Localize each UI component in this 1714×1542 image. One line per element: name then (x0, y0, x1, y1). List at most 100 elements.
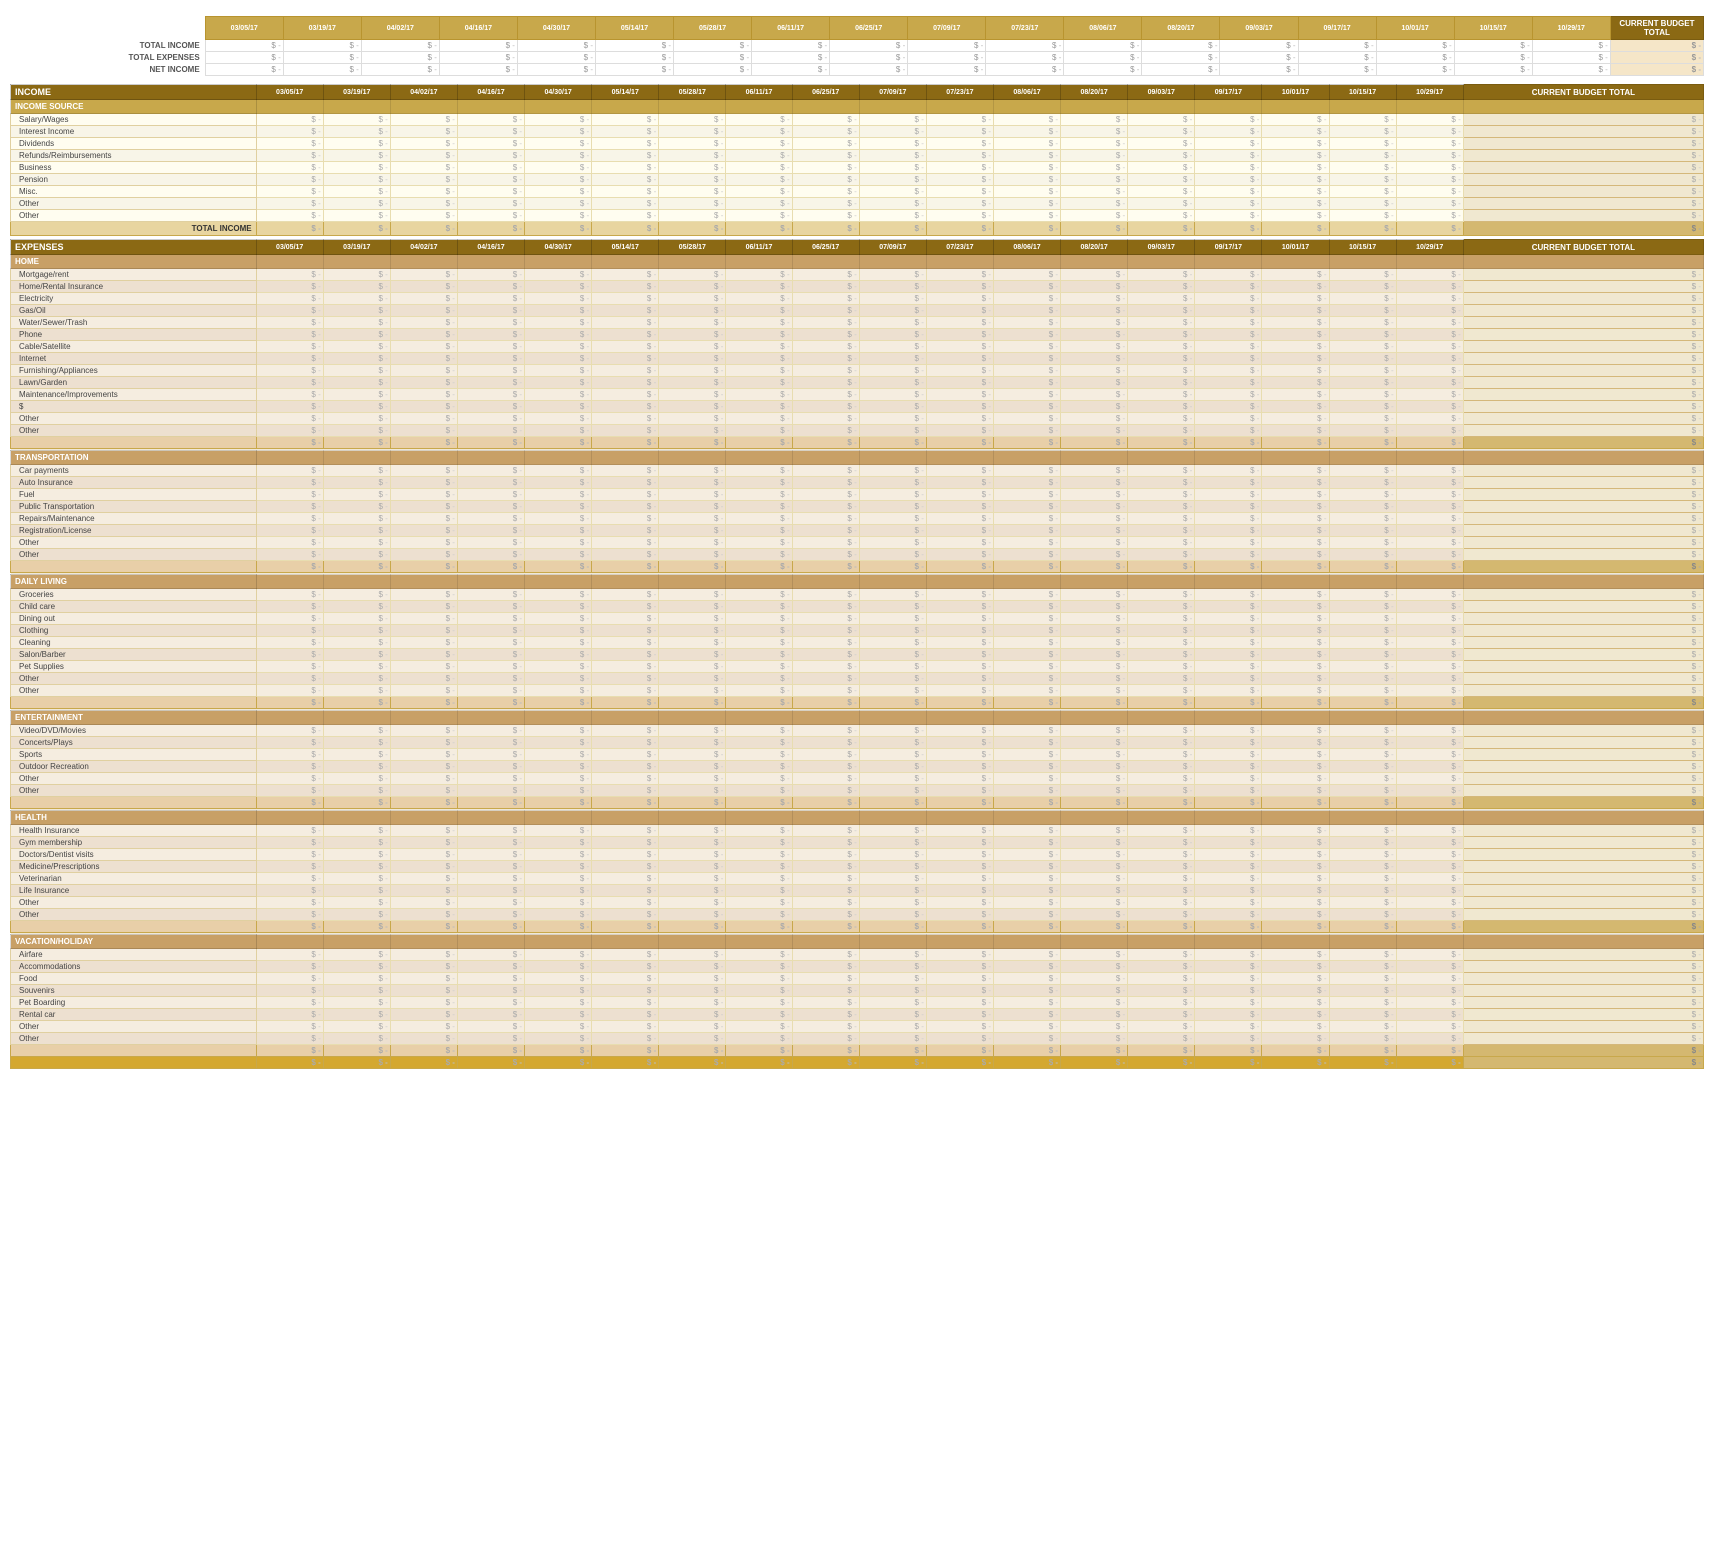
total-value-cell[interactable]: $ - (592, 921, 659, 933)
data-cell[interactable]: $ - (1329, 305, 1396, 317)
data-cell[interactable]: $ - (1195, 973, 1262, 985)
data-cell[interactable]: $ - (592, 365, 659, 377)
total-cell[interactable]: $ - (1463, 329, 1703, 341)
data-cell[interactable]: $ - (323, 637, 390, 649)
data-cell[interactable]: $ - (993, 589, 1060, 601)
data-cell[interactable]: $ - (1396, 329, 1463, 341)
data-cell[interactable]: $ - (592, 293, 659, 305)
data-cell[interactable]: $ - (659, 549, 726, 561)
data-cell[interactable]: $ - (256, 761, 323, 773)
data-cell[interactable]: $ - (1195, 174, 1262, 186)
data-cell[interactable]: $ - (323, 601, 390, 613)
total-value-cell[interactable]: $ - (792, 797, 859, 809)
data-cell[interactable]: $ - (1195, 477, 1262, 489)
data-cell[interactable]: $ - (859, 477, 926, 489)
data-cell[interactable]: $ - (859, 162, 926, 174)
data-cell[interactable]: $ - (993, 138, 1060, 150)
data-cell[interactable]: $ - (859, 625, 926, 637)
data-cell[interactable]: $ - (1396, 673, 1463, 685)
data-cell[interactable]: $ - (592, 162, 659, 174)
data-cell[interactable]: $ - (792, 1021, 859, 1033)
summary-value[interactable]: $ - (830, 52, 908, 64)
data-cell[interactable]: $ - (1061, 401, 1128, 413)
data-cell[interactable]: $ - (256, 849, 323, 861)
data-cell[interactable]: $ - (457, 281, 524, 293)
data-cell[interactable]: $ - (323, 353, 390, 365)
data-cell[interactable]: $ - (1262, 329, 1329, 341)
data-cell[interactable]: $ - (993, 1009, 1060, 1021)
data-cell[interactable]: $ - (1061, 465, 1128, 477)
data-cell[interactable]: $ - (859, 389, 926, 401)
data-cell[interactable]: $ - (256, 961, 323, 973)
data-cell[interactable]: $ - (792, 649, 859, 661)
data-cell[interactable]: $ - (256, 210, 323, 222)
data-cell[interactable]: $ - (323, 725, 390, 737)
data-cell[interactable]: $ - (390, 537, 457, 549)
data-cell[interactable]: $ - (659, 761, 726, 773)
data-cell[interactable]: $ - (256, 477, 323, 489)
data-cell[interactable]: $ - (592, 198, 659, 210)
data-cell[interactable]: $ - (1061, 961, 1128, 973)
data-cell[interactable]: $ - (659, 114, 726, 126)
data-cell[interactable]: $ - (390, 401, 457, 413)
data-cell[interactable]: $ - (390, 613, 457, 625)
total-value-cell[interactable]: $ - (1396, 797, 1463, 809)
summary-value[interactable]: $ - (1220, 52, 1298, 64)
grand-total-cell[interactable]: $ - (1463, 797, 1703, 809)
data-cell[interactable]: $ - (256, 885, 323, 897)
data-cell[interactable]: $ - (1061, 873, 1128, 885)
total-value-cell[interactable]: $ - (592, 222, 659, 236)
data-cell[interactable]: $ - (1128, 413, 1195, 425)
data-cell[interactable]: $ - (525, 725, 592, 737)
data-cell[interactable]: $ - (1396, 685, 1463, 697)
data-cell[interactable]: $ - (726, 477, 792, 489)
data-cell[interactable]: $ - (1061, 973, 1128, 985)
summary-value[interactable]: $ - (986, 52, 1064, 64)
data-cell[interactable]: $ - (1128, 997, 1195, 1009)
total-value-cell[interactable]: $ - (859, 1045, 926, 1057)
data-cell[interactable]: $ - (926, 761, 993, 773)
data-cell[interactable]: $ - (390, 961, 457, 973)
total-value-cell[interactable]: $ - (926, 561, 993, 573)
data-cell[interactable]: $ - (1195, 785, 1262, 797)
total-cell[interactable]: $ - (1463, 513, 1703, 525)
data-cell[interactable]: $ - (1329, 961, 1396, 973)
total-cell[interactable]: $ - (1463, 737, 1703, 749)
data-cell[interactable]: $ - (1195, 186, 1262, 198)
data-cell[interactable]: $ - (993, 174, 1060, 186)
data-cell[interactable]: $ - (525, 150, 592, 162)
data-cell[interactable]: $ - (1195, 649, 1262, 661)
data-cell[interactable]: $ - (457, 909, 524, 921)
data-cell[interactable]: $ - (659, 589, 726, 601)
data-cell[interactable]: $ - (659, 138, 726, 150)
data-cell[interactable]: $ - (659, 785, 726, 797)
data-cell[interactable]: $ - (1061, 489, 1128, 501)
total-value-cell[interactable]: $ - (926, 222, 993, 236)
data-cell[interactable]: $ - (926, 909, 993, 921)
data-cell[interactable]: $ - (926, 293, 993, 305)
summary-value[interactable]: $ - (908, 64, 986, 76)
data-cell[interactable]: $ - (926, 281, 993, 293)
data-cell[interactable]: $ - (859, 961, 926, 973)
data-cell[interactable]: $ - (792, 413, 859, 425)
data-cell[interactable]: $ - (659, 329, 726, 341)
data-cell[interactable]: $ - (726, 649, 792, 661)
data-cell[interactable]: $ - (726, 537, 792, 549)
data-cell[interactable]: $ - (659, 649, 726, 661)
data-cell[interactable]: $ - (926, 589, 993, 601)
data-cell[interactable]: $ - (1061, 549, 1128, 561)
total-cell[interactable]: $ - (1463, 317, 1703, 329)
data-cell[interactable]: $ - (926, 1009, 993, 1021)
total-cell[interactable]: $ - (1463, 549, 1703, 561)
data-cell[interactable]: $ - (1061, 997, 1128, 1009)
total-cell[interactable]: $ - (1463, 761, 1703, 773)
data-cell[interactable]: $ - (525, 601, 592, 613)
data-cell[interactable]: $ - (525, 465, 592, 477)
data-cell[interactable]: $ - (457, 825, 524, 837)
total-cell[interactable]: $ - (1463, 725, 1703, 737)
data-cell[interactable]: $ - (726, 174, 792, 186)
data-cell[interactable]: $ - (390, 873, 457, 885)
data-cell[interactable]: $ - (926, 625, 993, 637)
data-cell[interactable]: $ - (323, 761, 390, 773)
total-value-cell[interactable]: $ - (525, 697, 592, 709)
